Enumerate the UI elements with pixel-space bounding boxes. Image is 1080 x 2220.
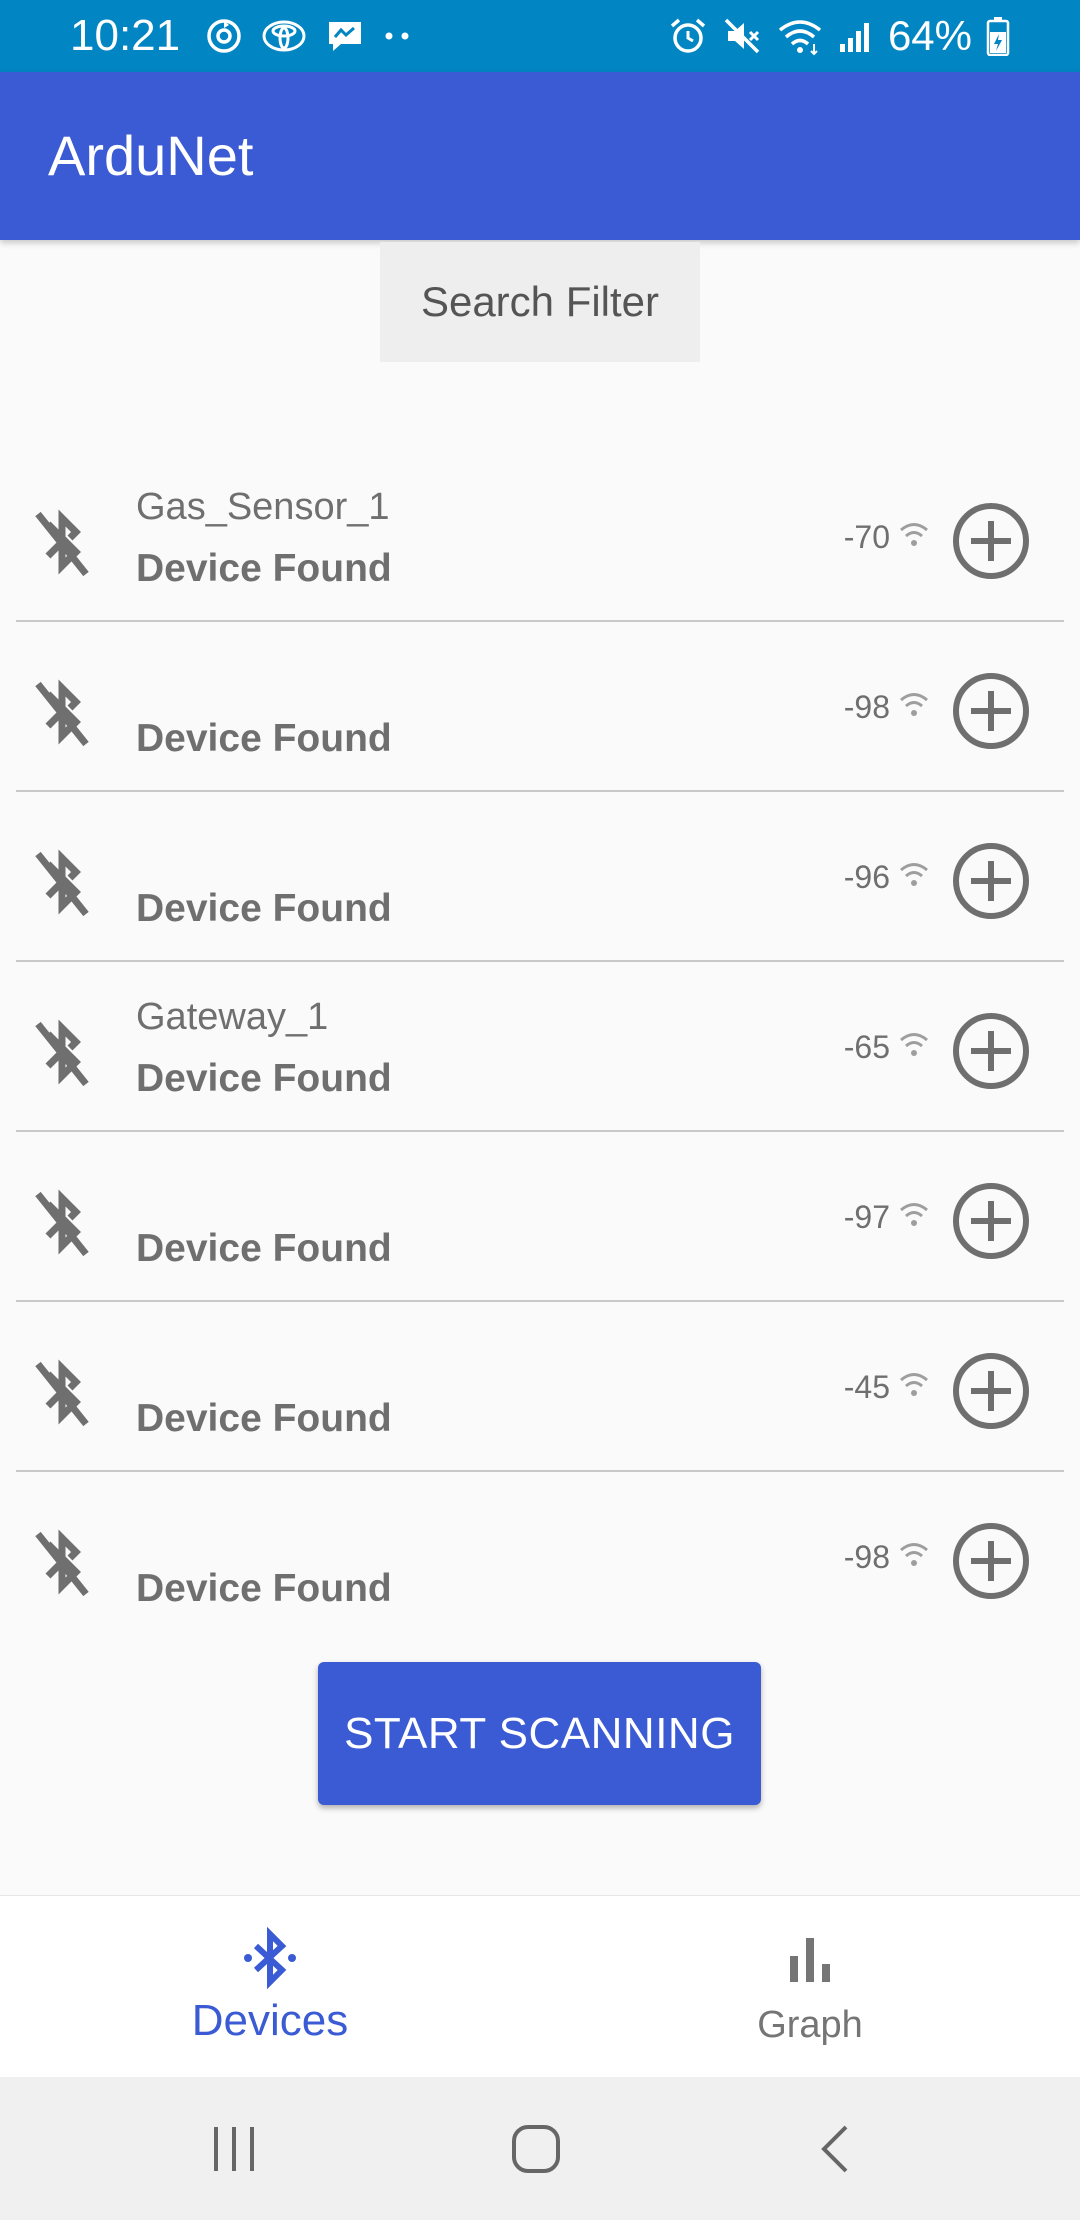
bluetooth-disabled-icon: [35, 1529, 89, 1597]
bluetooth-disabled-icon: [35, 1189, 89, 1257]
rssi-value: -45: [843, 1369, 890, 1405]
rssi-value: -65: [843, 1029, 890, 1065]
home-icon[interactable]: [506, 2119, 566, 2179]
nav-label-graph: Graph: [757, 2004, 863, 2046]
bluetooth-disabled-icon: [35, 1359, 89, 1427]
device-list-item[interactable]: Device Found -98: [16, 1472, 1064, 1642]
signal-strength-icon: [900, 863, 928, 886]
device-list: Gas_Sensor_1 Device Found -70 Device Fou…: [0, 452, 1080, 1642]
add-device-icon[interactable]: [952, 1012, 1030, 1090]
signal-strength-icon: [900, 1373, 928, 1396]
status-time: 10:21: [70, 11, 181, 60]
rssi-value: -97: [843, 1199, 890, 1235]
alarm-icon: [670, 18, 706, 53]
wifi-icon: [778, 20, 822, 56]
device-status: Device Found: [136, 1567, 392, 1610]
signal-strength-icon: [900, 1543, 928, 1566]
device-status: Device Found: [136, 547, 392, 590]
nav-item-devices[interactable]: Devices: [0, 1896, 540, 2078]
bluetooth-disabled-icon: [35, 849, 89, 917]
add-device-icon[interactable]: [952, 672, 1030, 750]
app-title: ArduNet: [48, 124, 254, 187]
device-list-item[interactable]: Device Found -97: [16, 1132, 1064, 1302]
bar-chart-icon: [790, 1938, 830, 1982]
signal-strength-icon: [900, 1203, 928, 1226]
add-device-icon[interactable]: [952, 1352, 1030, 1430]
signal-strength-icon: [900, 693, 928, 716]
device-list-item[interactable]: Gas_Sensor_1 Device Found -70: [16, 452, 1064, 622]
add-device-icon[interactable]: [952, 502, 1030, 580]
device-name: Gas_Sensor_1: [136, 486, 390, 528]
rssi-value: -98: [843, 689, 890, 725]
battery-percent: 64%: [887, 12, 972, 59]
signal-strength-icon: [900, 523, 928, 546]
bluetooth-disabled-icon: [35, 509, 89, 577]
device-list-item[interactable]: Device Found -96: [16, 792, 1064, 962]
sync-icon: [207, 19, 241, 53]
device-status: Device Found: [136, 1057, 392, 1100]
search-filter-button[interactable]: Search Filter: [380, 242, 700, 362]
battery-icon: [986, 17, 1010, 56]
device-status: Device Found: [136, 717, 392, 760]
system-navigation-bar: [0, 2077, 1080, 2220]
bottom-navigation: Devices Graph: [0, 1895, 1080, 2077]
device-status: Device Found: [136, 887, 392, 930]
bluetooth-disabled-icon: [35, 1019, 89, 1087]
status-right-icons: 64%: [668, 10, 1010, 62]
add-device-icon[interactable]: [952, 1182, 1030, 1260]
rssi-value: -96: [843, 859, 890, 895]
device-list-item[interactable]: Device Found -45: [16, 1302, 1064, 1472]
rssi-value: -70: [843, 519, 890, 555]
add-device-icon[interactable]: [952, 842, 1030, 920]
bluetooth-disabled-icon: [35, 679, 89, 747]
device-status: Device Found: [136, 1397, 392, 1440]
start-scanning-button[interactable]: START SCANNING: [318, 1662, 761, 1805]
add-device-icon[interactable]: [952, 1522, 1030, 1600]
signal-icon: [839, 23, 869, 52]
nav-label-devices: Devices: [191, 1996, 349, 2045]
device-name: Gateway_1: [136, 996, 329, 1038]
bluetooth-icon: [244, 1926, 296, 1990]
device-list-item[interactable]: Device Found -98: [16, 622, 1064, 792]
messenger-icon: [329, 22, 361, 51]
mute-icon: [724, 18, 760, 54]
signal-strength-icon: [900, 1033, 928, 1056]
device-list-item[interactable]: Gateway_1 Device Found -65: [16, 962, 1064, 1132]
device-status: Device Found: [136, 1227, 392, 1270]
more-dots-icon: [385, 32, 409, 40]
app-bar: ArduNet: [0, 72, 1080, 240]
status-left-icons: [205, 14, 413, 58]
rssi-value: -98: [843, 1539, 890, 1575]
toyota-logo-icon: [262, 20, 306, 52]
recent-apps-icon[interactable]: [204, 2119, 264, 2179]
back-icon[interactable]: [808, 2119, 868, 2179]
nav-item-graph[interactable]: Graph: [540, 1896, 1080, 2078]
status-bar: 10:21 64%: [0, 0, 1080, 72]
